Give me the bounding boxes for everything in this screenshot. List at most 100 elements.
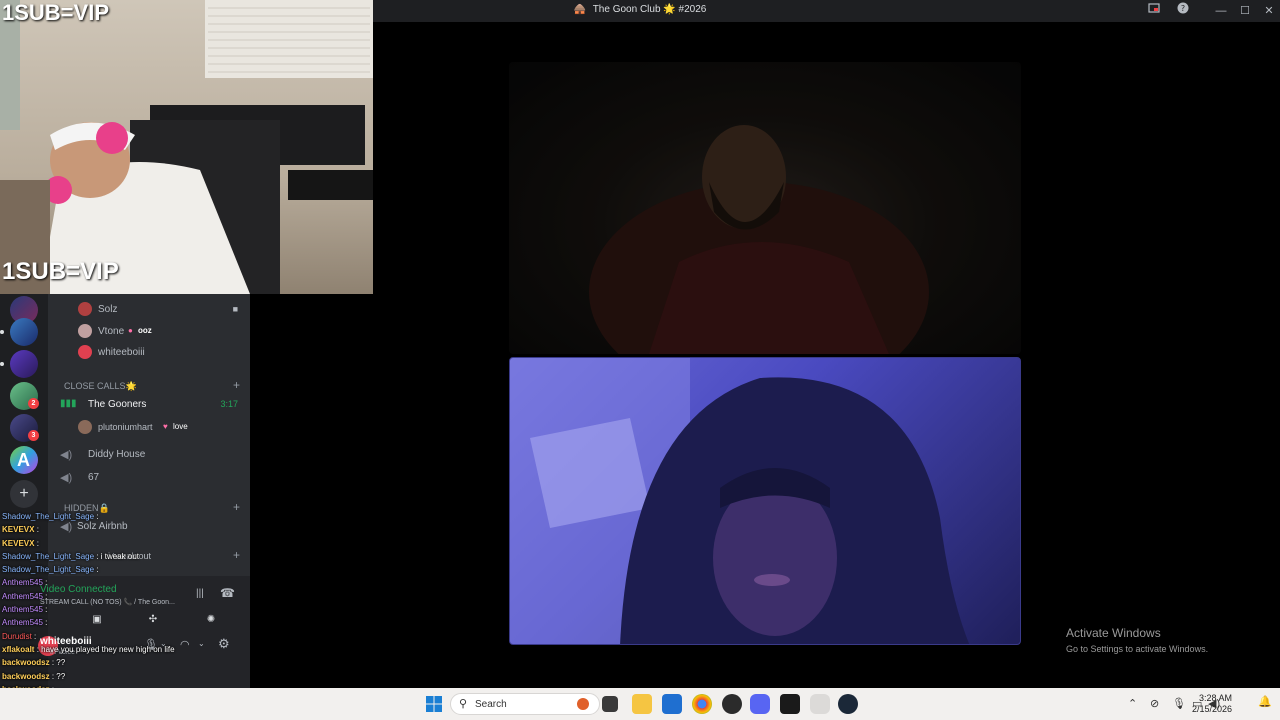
inbox-icon[interactable] [1144, 2, 1164, 20]
camera-icon: ■ [232, 304, 238, 314]
network-icon[interactable]: ⊘ [1150, 697, 1159, 710]
chevron-up-icon[interactable]: ⌃ [1128, 697, 1137, 710]
chat-username: KEVEVX [2, 525, 35, 535]
file-explorer-icon[interactable] [632, 694, 652, 714]
add-channel-icon[interactable]: + [233, 500, 240, 514]
chat-line: backwoodsz : ?? [2, 656, 202, 669]
activate-subtitle: Go to Settings to activate Windows. [1066, 644, 1209, 654]
adobe-icon[interactable] [780, 694, 800, 714]
avatar [78, 345, 92, 359]
microphone-icon[interactable]: 🎙 [1172, 697, 1186, 710]
chat-username: Shadow_The_Light_Sage [2, 551, 95, 561]
clock-time: 3:28 AM [1198, 693, 1232, 703]
status-emoji-icon: ● [128, 326, 133, 335]
chrome-icon[interactable] [692, 694, 712, 714]
avatar [78, 302, 92, 316]
chat-username: Anthem545 [2, 605, 43, 615]
maximize-icon[interactable]: ☐ [1235, 2, 1255, 20]
add-channel-icon[interactable]: + [233, 378, 240, 392]
chat-message: : [96, 512, 99, 521]
voice-channel-name: 67 [88, 472, 100, 483]
chat-username: KEVEVX [2, 538, 35, 548]
server-icon-3[interactable] [10, 350, 38, 378]
system-clock[interactable]: 3:28 AM 2/15/2026 [1192, 693, 1232, 715]
activate-title: Activate Windows [1066, 626, 1161, 640]
chat-username: Shadow_The_Light_Sage [2, 512, 95, 521]
chat-username: Anthem545 [2, 618, 43, 628]
chat-message: : [34, 631, 37, 641]
activate-windows-watermark: Activate Windows Go to Settings to activ… [1066, 626, 1208, 654]
call-timer: 3:17 [220, 399, 238, 409]
voice-channel-name: Diddy House [88, 449, 146, 460]
voice-user-name: whiteeboiii [98, 347, 145, 358]
video-tile-participant-2[interactable] [509, 357, 1021, 645]
chat-line: Anthem545 : [2, 590, 202, 603]
heart-icon: ♥ [163, 422, 168, 431]
unread-dot [0, 330, 4, 334]
chrome-active-icon[interactable] [810, 694, 830, 714]
video-tile-participant-1[interactable] [509, 62, 1021, 354]
mention-badge: 3 [28, 430, 39, 441]
voice-user-tag: love [173, 422, 188, 431]
server-icon-2[interactable] [10, 318, 38, 346]
discord-icon[interactable] [750, 694, 770, 714]
search-icon: ⚲ [459, 698, 468, 710]
chat-message: : ?? [51, 671, 66, 681]
taskbar-search[interactable]: ⚲ Search [450, 693, 600, 715]
chat-message: : [45, 578, 48, 588]
help-icon[interactable]: ? [1173, 2, 1193, 20]
streamer-webcam: 1SUB=VIP 1SUB=VIP [0, 0, 373, 294]
settings-gear-icon[interactable]: ⚙ [218, 636, 230, 652]
chat-line: Shadow_The_Light_Sage : [2, 510, 202, 523]
webcam-feed [0, 0, 373, 294]
chat-line: Anthem545 : [2, 616, 202, 629]
video-stage: Activate Windows Go to Settings to activ… [373, 22, 1280, 688]
chat-message: : ?? [51, 658, 66, 668]
chat-username: backwoodsz [2, 658, 50, 668]
add-channel-icon[interactable]: + [233, 548, 240, 562]
chat-line: Shadow_The_Light_Sage : [2, 563, 202, 576]
minimize-icon[interactable]: — [1211, 2, 1231, 20]
speaker-icon: ◀) [60, 472, 73, 484]
voice-channel-name: The Gooners [88, 399, 147, 410]
chat-message: : [96, 565, 99, 575]
chat-username: Anthem545 [2, 591, 43, 601]
close-icon[interactable]: ✕ [1259, 2, 1279, 20]
chat-line: Anthem545 : [2, 603, 202, 616]
stream-chat-overlay: Shadow_The_Light_Sage : KEVEVX : KEVEVX :S… [2, 510, 202, 696]
server-icon-a[interactable]: A [10, 446, 38, 474]
obs-icon[interactable] [722, 694, 742, 714]
unread-dot [0, 362, 4, 366]
speaker-icon: ◀) [60, 449, 73, 461]
category-label: CLOSE CALLS🌟 [64, 381, 137, 391]
chat-username: backwoodsz [2, 671, 50, 681]
chat-message: : [36, 525, 39, 535]
search-placeholder: Search [475, 699, 507, 710]
clock-date: 2/15/2026 [1191, 704, 1232, 714]
chat-line: KEVEVX : [2, 537, 202, 550]
chat-line: backwoodsz : ?? [2, 670, 202, 683]
chat-line: Durudist : [2, 630, 202, 643]
avatar [78, 324, 92, 338]
chat-line: KEVEVX : [2, 523, 202, 536]
voice-user-name: Solz [98, 304, 118, 315]
letter-a-glyph: A [17, 450, 30, 470]
disconnect-icon[interactable]: ☎ [220, 586, 235, 600]
chat-message: : [36, 538, 39, 548]
chat-message: : [45, 591, 48, 601]
steam-icon[interactable] [838, 694, 858, 714]
notification-bell-icon[interactable]: 🔔 [1258, 695, 1272, 708]
participant-1-video [509, 62, 1021, 354]
chat-username: Durudist [2, 631, 32, 641]
add-server-icon[interactable]: + [10, 480, 38, 508]
chat-username: Anthem545 [2, 578, 43, 588]
chat-line: xflakoalt : have you played they new hig… [2, 643, 202, 656]
store-icon[interactable] [662, 694, 682, 714]
window-title: The Goon Club 🌟 #2026 [592, 4, 707, 15]
search-highlight-icon [577, 698, 589, 710]
chat-line: Shadow_The_Light_Sage : i tweak out [2, 550, 202, 563]
voice-active-icon: ▮▮▮ [60, 398, 77, 409]
windows-start-icon[interactable] [424, 694, 444, 714]
avatar [78, 420, 92, 434]
task-view-icon[interactable] [602, 696, 618, 712]
